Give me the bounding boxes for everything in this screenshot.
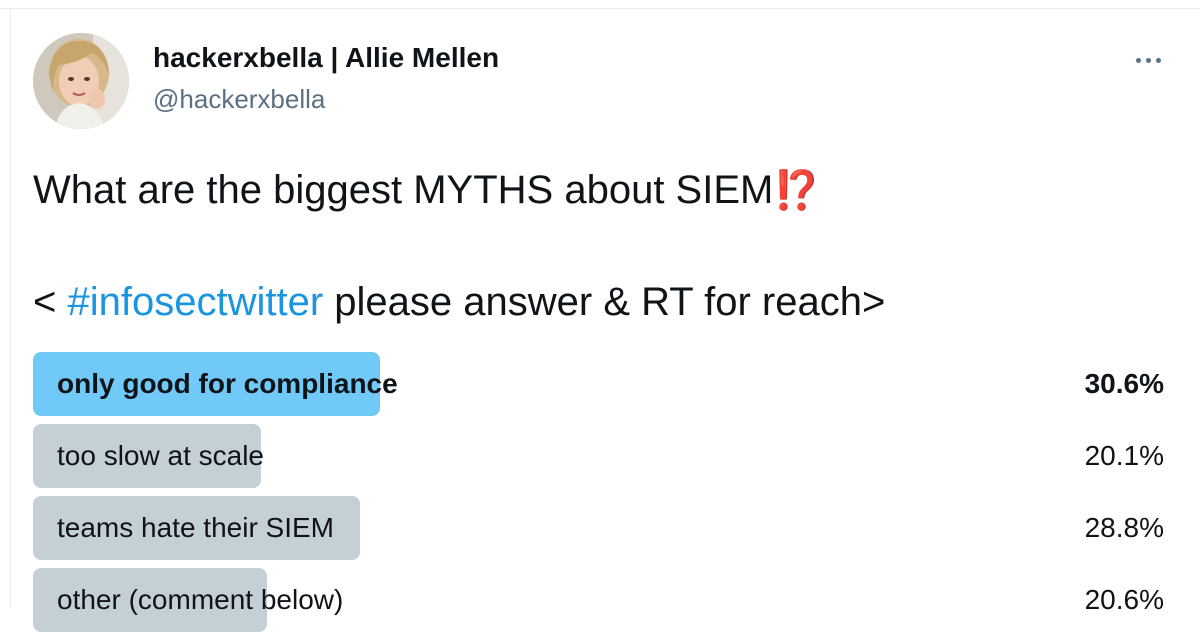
more-dot [1155,57,1161,63]
author-display-name[interactable]: hackerxbella | Allie Mellen [153,42,499,74]
poll-option: other (comment below) 20.6% [33,568,1168,632]
poll-option: teams hate their SIEM 28.8% [33,496,1168,560]
exclamation-question-icon: ⁉️ [773,168,820,212]
poll-option-percent: 30.6% [1084,368,1164,399]
avatar[interactable] [33,33,129,129]
poll-option: only good for compliance 30.6% [33,352,1168,416]
more-icon[interactable] [1128,50,1168,70]
poll-option: too slow at scale 20.1% [33,424,1168,488]
hashtag-link[interactable]: #infosectwitter [67,280,323,324]
poll-option-percent: 20.6% [1084,584,1164,615]
poll-option-percent: 28.8% [1084,512,1164,543]
author-handle[interactable]: @hackerxbella [153,84,325,115]
tweet-card: hackerxbella | Allie Mellen @hackerxbell… [0,0,1200,632]
more-dot [1145,57,1151,63]
poll-option-label: too slow at scale [57,440,264,471]
tweet-text-line2: < #infosectwitter please answer & RT for… [33,274,885,330]
more-dot [1135,57,1141,63]
poll-option-percent: 20.1% [1084,440,1164,471]
poll-option-label: other (comment below) [57,584,344,615]
poll-option-label: teams hate their SIEM [57,512,335,543]
tweet-question: What are the biggest MYTHS about SIEM [33,168,774,212]
tweet-line2-suffix: please answer & RT for reach> [323,280,886,324]
tweet-line2-prefix: < [33,280,68,324]
avatar-image [33,33,129,129]
poll-option-label: only good for compliance [57,368,398,399]
tweet-text-line1: What are the biggest MYTHS about SIEM⁉️ [33,162,821,218]
poll: only good for compliance 30.6% too slow … [33,352,1168,640]
